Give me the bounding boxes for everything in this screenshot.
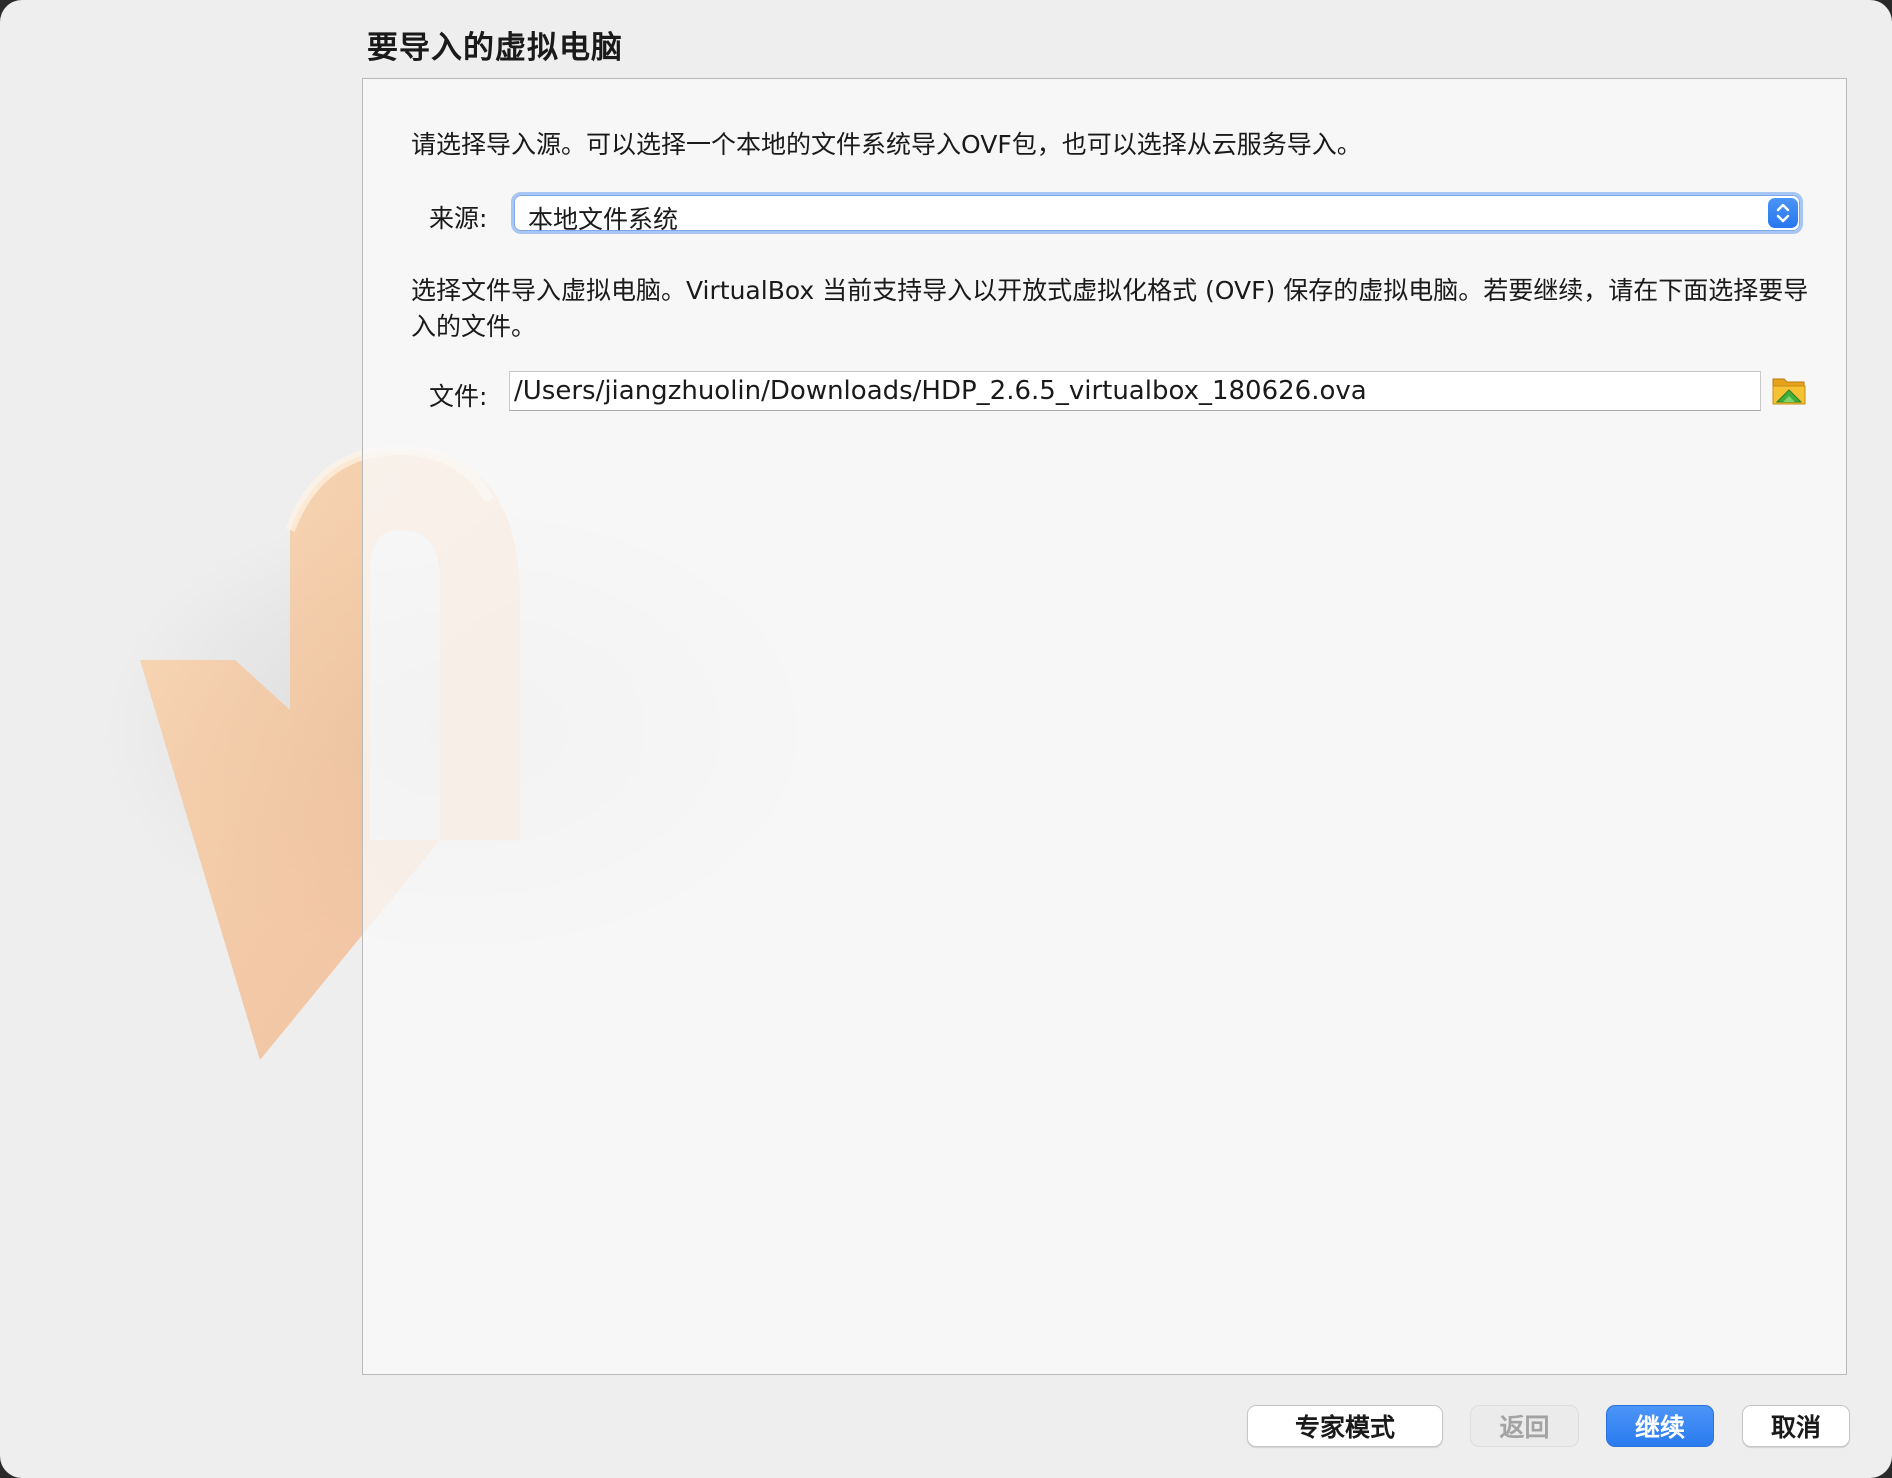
wizard-panel: 请选择导入源。可以选择一个本地的文件系统导入OVF包，也可以选择从云服务导入。 … [362, 78, 1847, 1375]
import-wizard-window: 要导入的虚拟电脑 请选择导入源。可以选择一个本地的文件系统导入OVF包，也可以选… [0, 0, 1892, 1478]
folder-open-icon[interactable] [1771, 373, 1807, 407]
source-select[interactable]: 本地文件系统 [511, 192, 1803, 234]
source-label: 来源: [429, 204, 488, 233]
source-select-value: 本地文件系统 [528, 205, 679, 234]
cancel-button[interactable]: 取消 [1742, 1405, 1850, 1447]
file-path-input[interactable] [509, 371, 1761, 411]
file-label: 文件: [429, 382, 488, 411]
chevron-updown-icon [1768, 198, 1798, 228]
description-text: 选择文件导入虚拟电脑。VirtualBox 当前支持导入以开放式虚拟化格式 (O… [411, 276, 1809, 341]
intro-text: 请选择导入源。可以选择一个本地的文件系统导入OVF包，也可以选择从云服务导入。 [411, 130, 1362, 159]
back-button[interactable]: 返回 [1470, 1405, 1579, 1447]
page-title: 要导入的虚拟电脑 [367, 30, 623, 66]
expert-mode-button[interactable]: 专家模式 [1247, 1405, 1443, 1447]
continue-button[interactable]: 继续 [1606, 1405, 1714, 1447]
